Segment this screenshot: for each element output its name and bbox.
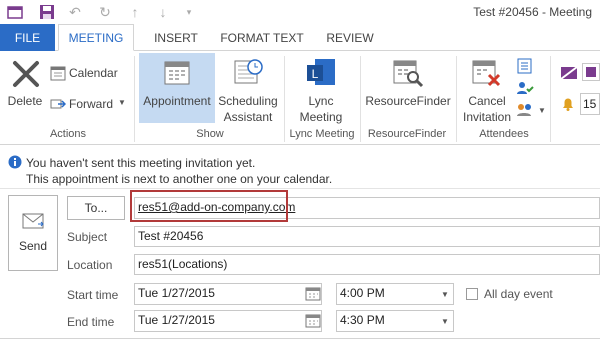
redo-icon[interactable]: ↻ [96,3,114,21]
group-label-actions: Actions [49,128,87,140]
all-day-checkbox[interactable] [466,288,478,300]
cancel-line2: Invitation [462,110,512,124]
svg-text:L: L [312,67,319,81]
end-time-label: End time [67,315,115,329]
show-as-dropdown[interactable] [582,63,600,81]
group-label-show: Show [196,128,224,140]
save-icon[interactable] [38,3,56,21]
info-message-2: This appointment is next to another one … [26,172,333,186]
calendar-button[interactable]: Calendar [69,66,118,80]
cancel-invitation-icon [471,57,503,89]
calendar-icon [50,65,66,81]
delete-button[interactable]: Delete [4,93,46,109]
lync-line1: Lync [308,94,334,108]
divider [0,188,600,189]
scheduling-line2: Assistant [223,110,273,124]
send-label: Send [18,239,48,253]
tab-review[interactable]: REVIEW [318,24,382,51]
response-options-icon[interactable] [516,102,534,118]
group-separator [134,56,135,142]
start-time-value: 4:00 PM [340,286,385,300]
group-label-lync: Lync Meeting [289,128,355,140]
start-date-value: Tue 1/27/2015 [138,286,215,300]
cancel-invitation-button[interactable]: Cancel Invitation [458,93,516,125]
end-date-picker-icon[interactable] [302,312,324,330]
start-time-label: Start time [67,288,119,302]
appointment-icon [163,59,191,87]
send-button[interactable]: Send [8,195,58,271]
body-divider [0,338,600,339]
tab-file[interactable]: FILE [0,24,55,51]
response-options-dropdown-icon[interactable]: ▼ [538,106,546,115]
address-book-icon[interactable] [516,58,534,74]
info-message-1: You haven't sent this meeting invitation… [26,156,256,170]
appointment-label: Appointment [143,94,211,108]
to-button[interactable]: To... [67,196,125,220]
location-label: Location [67,258,113,272]
customize-qat-icon[interactable]: ▾ [180,3,198,21]
start-date-picker-icon[interactable] [302,285,324,303]
reminder-dropdown[interactable]: 15 m [580,93,600,115]
group-label-attendees: Attendees [479,128,529,140]
highlight-callout [130,190,288,222]
undo-icon[interactable]: ↶ [66,3,84,21]
end-time-value: 4:30 PM [340,313,385,327]
group-label-resourcefinder: ResourceFinder [367,128,447,140]
tab-format-text[interactable]: FORMAT TEXT [214,24,310,51]
reminder-bell-icon [560,96,576,112]
info-icon [8,155,22,169]
outlook-icon[interactable] [6,3,24,21]
group-separator [284,56,285,142]
resourcefinder-button[interactable]: ResourceFinder [364,93,452,109]
all-day-label: All day event [484,287,553,301]
cancel-line1: Cancel [468,94,506,108]
show-as-icon [560,66,578,80]
end-date-field[interactable]: Tue 1/27/2015 [134,310,322,332]
subject-label: Subject [67,230,108,244]
tab-insert[interactable]: INSERT [146,24,206,51]
location-field[interactable]: res51(Locations) [134,254,600,275]
start-date-field[interactable]: Tue 1/27/2015 [134,283,322,305]
end-date-value: Tue 1/27/2015 [138,313,215,327]
lync-meeting-button[interactable]: Lync Meeting [290,93,352,125]
start-time-dropdown-icon[interactable]: ▼ [437,285,453,303]
window-title: Test #20456 - Meeting [473,5,592,19]
previous-item-icon[interactable]: ↑ [126,3,144,21]
forward-button[interactable]: Forward [69,97,113,111]
forward-dropdown-icon[interactable]: ▼ [118,98,126,107]
delete-icon [8,58,44,90]
group-separator [456,56,457,142]
subject-field[interactable]: Test #20456 [134,226,600,247]
send-envelope-icon [22,213,44,229]
check-names-icon[interactable] [516,80,534,96]
group-separator [360,56,361,142]
end-time-dropdown-icon[interactable]: ▼ [437,312,453,330]
lync-icon: L [305,57,337,89]
scheduling-assistant-button[interactable]: Scheduling Assistant [216,93,280,125]
scheduling-line1: Scheduling [218,94,278,108]
forward-icon [50,96,67,112]
next-item-icon[interactable]: ↓ [154,3,172,21]
group-separator [550,56,551,142]
lync-line2: Meeting [299,110,343,124]
tab-meeting[interactable]: MEETING [58,24,134,51]
resourcefinder-icon [392,57,424,89]
scheduling-assistant-icon [233,57,263,87]
